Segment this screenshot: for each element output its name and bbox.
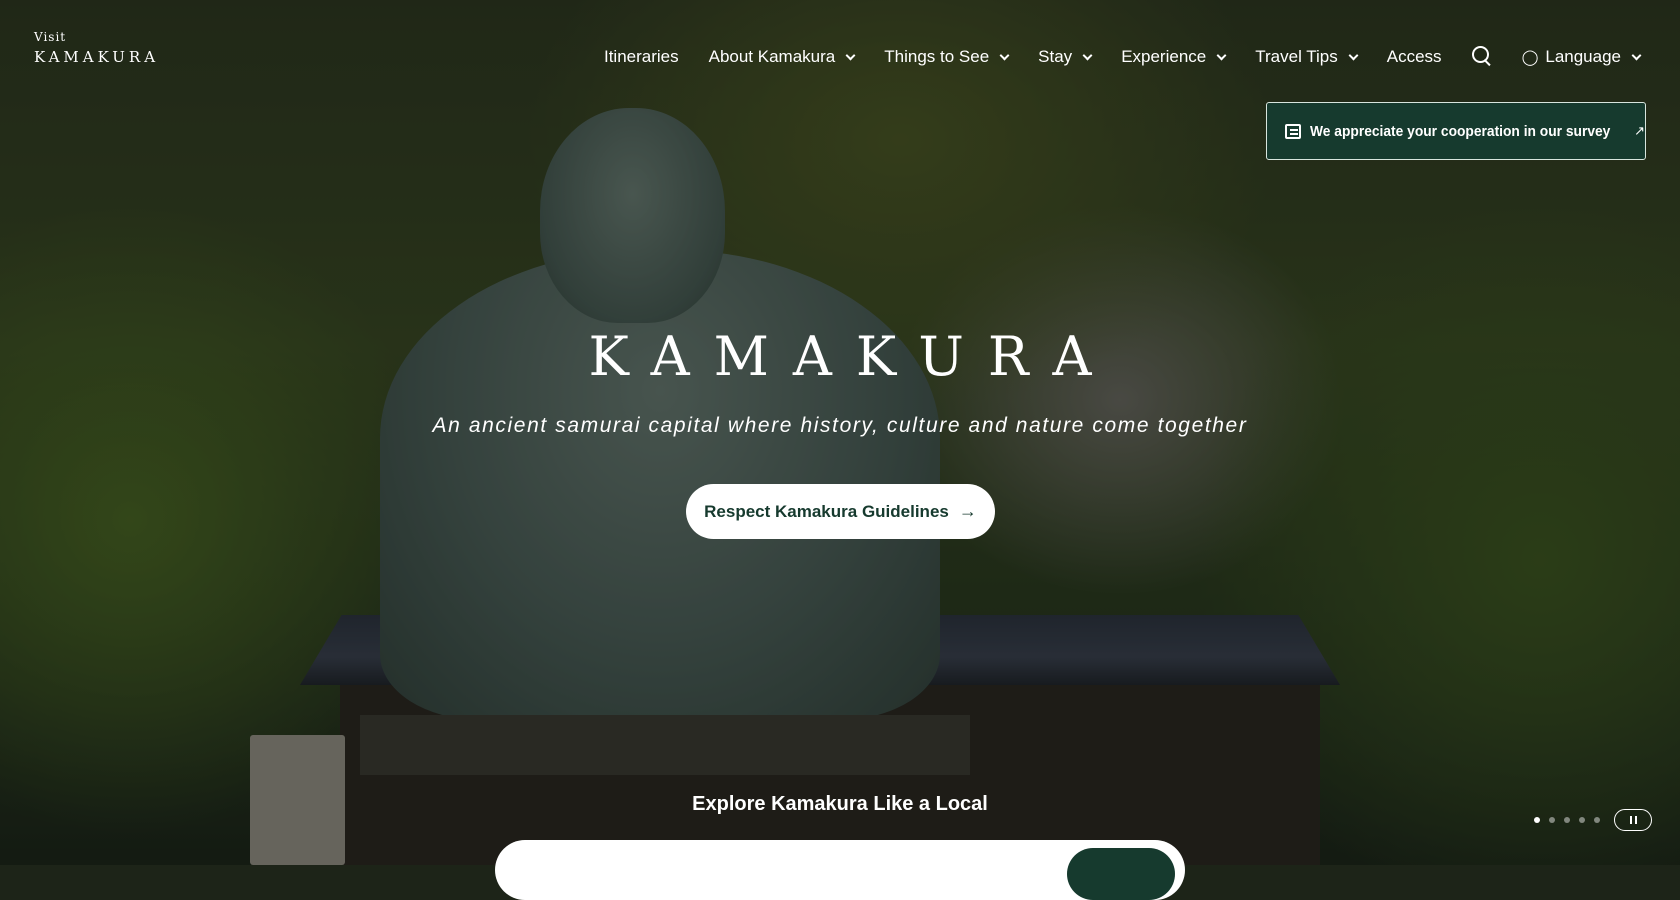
nav-item-stay[interactable]: Stay [1038,47,1093,67]
logo-name-text: KAMAKURA [34,48,160,66]
hero-title: KAMAKURA [588,325,1116,388]
top-navigation-bar: Visit KAMAKURA Itineraries About Kamakur… [0,0,1680,110]
nav-item-travel-tips[interactable]: Travel Tips [1255,47,1359,67]
arrow-right-icon: → [958,501,977,521]
chevron-down-icon [845,50,856,60]
chevron-down-icon [1216,50,1227,60]
explore-search-panel[interactable] [495,840,1185,900]
language-label: Language [1545,47,1621,66]
pause-bar [1629,816,1632,824]
slide-dot[interactable] [1534,817,1540,823]
chevron-down-icon [999,50,1010,60]
slider-pagination [1534,817,1600,823]
pause-icon[interactable] [1614,809,1652,831]
chat-icon [1285,123,1301,139]
nav-item-label: Experience [1121,47,1207,66]
nav-item-itineraries[interactable]: Itineraries [604,47,679,67]
slide-dot[interactable] [1564,817,1570,823]
nav-item-experience[interactable]: Experience [1121,47,1227,67]
nav-item-label: About Kamakura [708,47,836,66]
chevron-down-icon [1082,50,1093,60]
chevron-down-icon [1631,50,1642,60]
hero-tagline: An ancient samurai capital where history… [432,414,1248,437]
external-link-icon: ↗ [1634,123,1645,138]
nav-item-access[interactable]: Access [1387,47,1442,67]
chevron-down-icon [1348,50,1359,60]
site-logo[interactable]: Visit KAMAKURA [34,30,159,66]
nav-item-label: Travel Tips [1255,47,1338,66]
pause-bar [1634,816,1637,824]
explore-heading: Explore Kamakura Like a Local [692,793,988,815]
nav-item-label: Things to See [884,47,990,66]
explore-search-button[interactable] [1067,848,1175,900]
main-nav: Itineraries About Kamakura Things to See… [574,46,1680,68]
nav-item-label: Access [1386,47,1442,66]
cta-label: Respect Kamakura Guidelines [704,501,949,521]
globe-icon: ◯ [1521,49,1539,66]
nav-item-label: Itineraries [603,47,679,66]
slide-dot[interactable] [1549,817,1555,823]
nav-item-about-kamakura[interactable]: About Kamakura [708,47,856,67]
nav-item-things-to-see[interactable]: Things to See [884,47,1010,67]
respect-guidelines-button[interactable]: Respect Kamakura Guidelines → [686,484,995,539]
slide-dot[interactable] [1579,817,1585,823]
nav-item-label: Stay [1038,47,1073,66]
statue-pedestal [360,715,970,775]
search-icon[interactable] [1471,46,1492,68]
language-selector[interactable]: ◯ Language [1521,47,1642,67]
buddha-statue-head [540,108,725,323]
slide-dot[interactable] [1594,817,1600,823]
survey-banner-button[interactable]: We appreciate your cooperation in our su… [1266,102,1646,160]
survey-banner-text: We appreciate your cooperation in our su… [1309,122,1610,140]
logo-visit-text: Visit [34,30,67,44]
